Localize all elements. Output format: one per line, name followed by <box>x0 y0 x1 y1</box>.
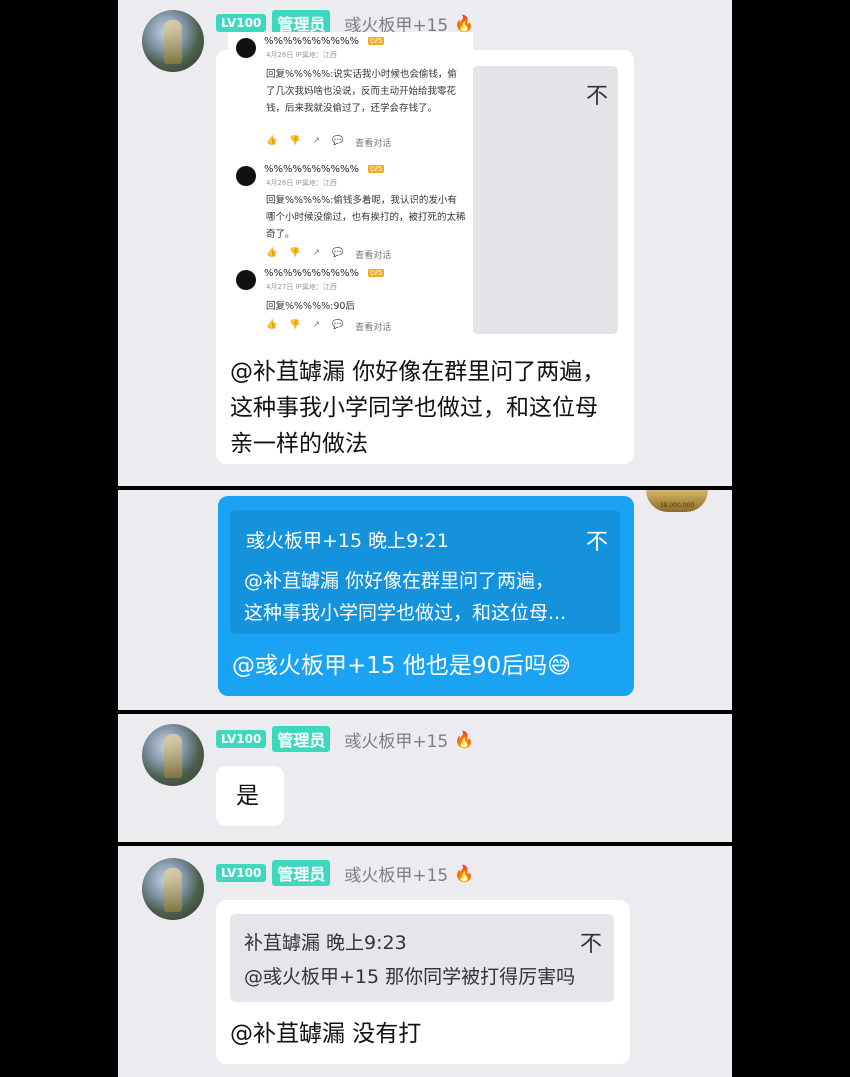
comment-body: 回复%%%%%:说实话我小时候也会偷钱，偷了几次我妈啥也没说，反而主动开始给我零… <box>266 69 457 114</box>
comment-icon: 💬 <box>331 136 344 146</box>
avatar-caption: 38,000,000 <box>659 502 695 509</box>
level-badge: LV100 <box>216 864 267 882</box>
message-text: 是 <box>236 783 259 809</box>
comment-author: %%%%%%%%%% <box>264 36 360 47</box>
quote-header: 补苴罅漏 晚上9:23 <box>244 932 407 954</box>
message-text: @补苴罅漏 你好像在群里问了两遍，这种事我小学同学也做过，和这位母亲一样的做法 <box>230 359 606 457</box>
quote-line-2: 这种事我小学同学也做过，和这位母... <box>244 602 567 624</box>
admin-badge: 管理员 <box>272 726 331 752</box>
close-icon[interactable]: 不 <box>580 926 602 958</box>
quote-line-1: @补苴罅漏 你好像在群里问了两遍， <box>244 570 555 592</box>
level-badge: LV5 <box>368 269 385 277</box>
message-bubble[interactable]: 是 <box>216 766 284 826</box>
share-icon: ↗ <box>312 320 320 330</box>
avatar[interactable] <box>142 724 204 786</box>
level-badge: LV100 <box>216 730 267 748</box>
comment-2: %%%%%%%%%% LV5 4月26日 IP属地：江西 回复%%%%%:偷钱多… <box>236 164 468 264</box>
like-icon: 👍 <box>266 320 278 330</box>
comment-author: %%%%%%%%%% <box>264 268 360 279</box>
self-avatar[interactable]: 38,000,000 <box>646 490 708 512</box>
comment-3: %%%%%%%%%% LV5 4月27日 IP属地：江西 回复%%%%%:90后… <box>236 268 468 338</box>
view-conversation: 查看对话 <box>355 139 392 149</box>
quoted-message[interactable]: 彧火板甲+15 晚上9:21 不 @补苴罅漏 你好像在群里问了两遍， 这种事我小… <box>230 510 620 634</box>
sender-name[interactable]: 彧火板甲+15 <box>344 861 448 886</box>
message-panel-3: LV100 管理员 彧火板甲+15 🔥 是 <box>118 714 732 842</box>
comment-actions: 👍 👎 ↗ 💬 查看对话 <box>266 136 391 149</box>
message-bubble[interactable]: 彧火板甲+15 晚上9:21 不 @补苴罅漏 你好像在群里问了两遍， 这种事我小… <box>218 496 634 696</box>
level-badge: LV100 <box>216 14 267 32</box>
dislike-icon: 👎 <box>289 248 301 258</box>
fire-icon: 🔥 <box>454 13 475 33</box>
avatar <box>236 38 256 58</box>
admin-badge: 管理员 <box>272 860 331 886</box>
message-panel-4: LV100 管理员 彧火板甲+15 🔥 补苴罅漏 晚上9:23 不 @彧火板甲+… <box>118 846 732 1077</box>
comment-body: 回复%%%%%:90后 <box>266 301 355 312</box>
message-text: @彧火板甲+15 他也是90后吗😅 <box>232 653 572 679</box>
comment-icon: 💬 <box>331 248 344 258</box>
message-bubble[interactable]: 补苴罅漏 晚上9:23 不 @彧火板甲+15 那你同学被打得厉害吗 @补苴罅漏 … <box>216 900 630 1064</box>
share-icon: ↗ <box>312 136 320 146</box>
share-icon: ↗ <box>312 248 320 258</box>
fire-icon: 🔥 <box>454 863 475 883</box>
message-header: LV100 管理员 彧火板甲+15 🔥 <box>216 860 474 886</box>
close-icon[interactable]: 不 <box>586 78 608 110</box>
quote-body: @彧火板甲+15 那你同学被打得厉害吗 <box>244 966 576 988</box>
message-panel-2: 38,000,000 彧火板甲+15 晚上9:21 不 @补苴罅漏 你好像在群里… <box>118 490 732 710</box>
comment-meta: 4月26日 IP属地：江西 <box>266 51 337 59</box>
level-badge: LV5 <box>368 165 385 173</box>
like-icon: 👍 <box>266 248 278 258</box>
like-icon: 👍 <box>266 136 278 146</box>
comment-1: %%%%%%%%%% LV5 4月26日 IP属地：江西 回复%%%%%:说实话… <box>236 36 468 149</box>
close-icon[interactable]: 不 <box>586 524 608 556</box>
avatar[interactable] <box>142 858 204 920</box>
comment-actions: 👍 👎 ↗ 💬 查看对话 <box>266 320 391 333</box>
view-conversation: 查看对话 <box>355 251 392 261</box>
comment-icon: 💬 <box>331 320 344 330</box>
message-panel-1: LV100 管理员 彧火板甲+15 🔥 不 @补苴罅漏 你好像在群里问了两遍，这… <box>118 0 732 486</box>
sender-name[interactable]: 彧火板甲+15 <box>344 727 448 752</box>
message-text: @补苴罅漏 没有打 <box>230 1021 422 1047</box>
avatar <box>236 270 256 290</box>
avatar[interactable] <box>142 10 204 72</box>
dislike-icon: 👎 <box>289 136 301 146</box>
message-header: LV100 管理员 彧火板甲+15 🔥 <box>216 726 474 752</box>
quote-header: 彧火板甲+15 晚上9:21 <box>246 530 449 552</box>
comment-meta: 4月26日 IP属地：江西 <box>266 179 337 187</box>
quoted-message[interactable]: 补苴罅漏 晚上9:23 不 @彧火板甲+15 那你同学被打得厉害吗 <box>230 914 614 1002</box>
comment-body: 回复%%%%%:偷钱多着呢，我认识的发小有哪个小时候没偷过，也有挨打的，被打死的… <box>266 195 466 240</box>
avatar <box>236 166 256 186</box>
fire-icon: 🔥 <box>454 729 475 749</box>
comment-meta: 4月27日 IP属地：江西 <box>266 283 337 291</box>
comment-author: %%%%%%%%%% <box>264 164 360 175</box>
view-conversation: 查看对话 <box>355 323 392 333</box>
embedded-screenshot[interactable]: %%%%%%%%%% LV5 4月26日 IP属地：江西 回复%%%%%:说实话… <box>228 32 473 338</box>
dislike-icon: 👎 <box>289 320 301 330</box>
level-badge: LV5 <box>368 37 385 45</box>
comment-actions: 👍 👎 ↗ 💬 查看对话 <box>266 248 391 261</box>
